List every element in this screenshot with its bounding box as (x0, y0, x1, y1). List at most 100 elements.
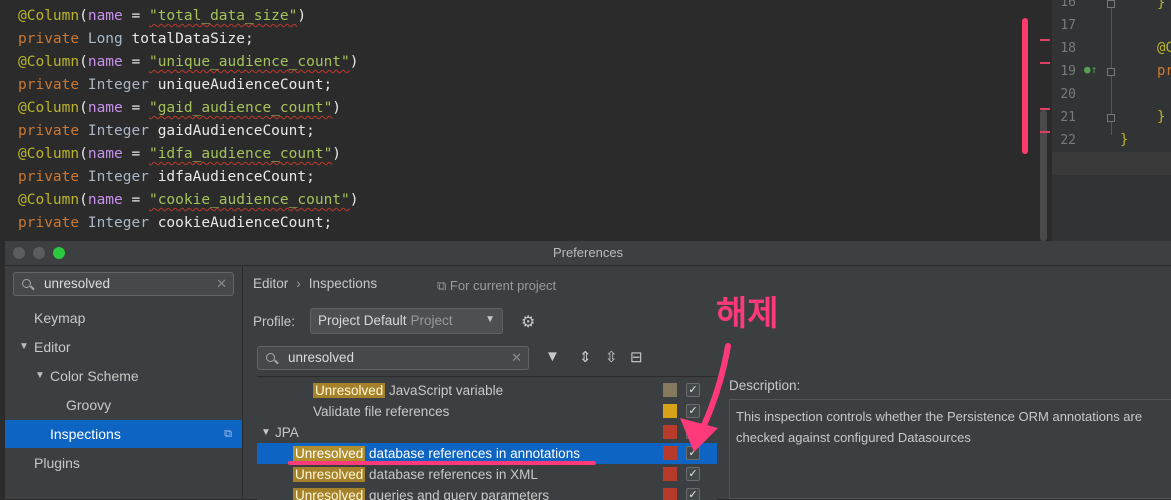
code-token-eq: = (122, 146, 149, 162)
code-token-eq: = (122, 54, 149, 70)
code-token-ann: @Column (18, 192, 80, 208)
code-editor[interactable]: @Column(name = "total_data_size") private… (0, 0, 1171, 241)
gutter-code-22: } (1120, 132, 1129, 148)
tree-group-jpa[interactable]: ▼ JPA ✓ (257, 422, 717, 443)
line-number: 16 (1060, 0, 1076, 10)
profile-scope: Project (410, 313, 453, 328)
clear-search-icon[interactable]: ✕ (511, 350, 522, 366)
search-highlight: Unresolved (313, 383, 386, 398)
inspections-search-input[interactable]: unresolved ✕ (257, 346, 529, 370)
expanded-triangle-icon[interactable]: ▼ (35, 362, 45, 390)
tree-row[interactable]: Unresolved queries and query parameters … (257, 485, 717, 500)
enabled-checkbox[interactable]: ✓ (686, 467, 700, 481)
code-line[interactable]: @Column(name = "gaid_audience_count") (18, 97, 359, 120)
profile-select[interactable]: Project Default Project ▼ (310, 308, 503, 334)
code-line[interactable]: private Integer uniqueAudienceCount; (18, 74, 359, 97)
annotation-label: 해제 (716, 295, 779, 333)
severity-swatch[interactable] (663, 488, 677, 500)
tree-row[interactable]: Validate file references ✓ (257, 401, 717, 422)
code-token-str: "total_data_size" (148, 8, 298, 24)
sidebar-item-editor[interactable]: ▼ Editor (5, 333, 242, 361)
gutter-code-18: @C (1157, 40, 1171, 56)
search-icon (266, 353, 275, 362)
code-token-name: cookieAudienceCount; (157, 215, 333, 231)
sidebar-item-inspections[interactable]: Inspections ⧉ (5, 420, 242, 448)
chevron-down-icon: ▼ (485, 314, 495, 325)
search-highlight: Unresolved (293, 446, 366, 461)
code-token-p2: ) (332, 146, 342, 162)
sidebar-item-keymap[interactable]: Keymap (5, 304, 242, 332)
tree-row[interactable]: Unresolved JavaScript variable ✓ (257, 380, 717, 401)
code-token-name: gaidAudienceCount; (157, 123, 315, 139)
expanded-triangle-icon[interactable]: ▼ (261, 422, 271, 443)
error-tick (1040, 131, 1050, 133)
code-token-type: Integer (87, 169, 149, 185)
sidebar-item-label: Editor (34, 339, 71, 355)
fold-marker-icon[interactable] (1107, 114, 1115, 122)
code-token-param: name (87, 54, 123, 70)
reset-icon[interactable]: ⊟ (630, 348, 643, 366)
breadcrumb: Editor › Inspections (253, 276, 377, 291)
tree-row-label: database references in XML (365, 467, 538, 482)
code-token-kw: private (18, 123, 80, 139)
code-token-type: Integer (87, 77, 149, 93)
code-token-ann: @Column (18, 100, 80, 116)
code-token-eq: = (122, 100, 149, 116)
breadcrumb-editor[interactable]: Editor (253, 276, 288, 291)
tree-row-label: Validate file references (313, 404, 450, 419)
code-token-ann: @Column (18, 54, 80, 70)
code-token-kw: private (18, 77, 80, 93)
collapse-all-icon[interactable]: ⇳ (605, 348, 618, 366)
code-token-param: name (87, 8, 123, 24)
sidebar-item-label: Plugins (34, 455, 80, 471)
filter-icon[interactable]: ▼ (545, 348, 560, 365)
sidebar-item-plugins[interactable]: Plugins (5, 449, 242, 477)
code-token-p1: ( (79, 192, 88, 208)
code-line[interactable]: @Column(name = "idfa_audience_count") (18, 143, 359, 166)
search-highlight: Unresolved (293, 488, 366, 500)
code-line[interactable]: private Integer gaidAudienceCount; (18, 120, 359, 143)
fold-marker-icon[interactable] (1107, 0, 1115, 8)
code-token-eq: = (122, 8, 149, 24)
code-line[interactable]: private Integer idfaAudienceCount; (18, 166, 359, 189)
clear-search-icon[interactable]: ✕ (216, 276, 227, 292)
code-line[interactable]: @Column(name = "cookie_audience_count") (18, 189, 359, 212)
title-bar[interactable]: Preferences (5, 241, 1171, 266)
editor-scrollbar[interactable] (1040, 110, 1047, 241)
code-line[interactable]: private Integer cookieAudienceCount; (18, 212, 359, 235)
project-scope-icon: ⧉ (437, 278, 450, 293)
code-line[interactable]: @Column(name = "total_data_size") (18, 5, 359, 28)
enabled-checkbox[interactable]: ✓ (686, 488, 700, 500)
error-tick (1040, 108, 1050, 110)
error-tick (1040, 39, 1050, 41)
code-token-eq: = (122, 192, 149, 208)
gutter-code-16: } (1157, 0, 1166, 11)
code-token-kw: private (18, 31, 80, 47)
sidebar-item-groovy[interactable]: Groovy (5, 391, 242, 419)
annotation-arrow-icon (680, 343, 731, 452)
sidebar-item-label: Inspections (50, 426, 121, 442)
code-token-p1: ( (79, 100, 88, 116)
search-highlight: Unresolved (293, 467, 366, 482)
expand-all-icon[interactable]: ⇕ (579, 348, 592, 366)
code-token-p1: ( (79, 54, 88, 70)
severity-swatch[interactable] (663, 467, 677, 481)
gear-icon[interactable]: ⚙ (521, 312, 535, 332)
code-lines: @Column(name = "total_data_size") private… (18, 5, 359, 235)
error-stripe[interactable] (1022, 18, 1028, 154)
override-gutter-icon[interactable]: ●↑ (1084, 63, 1097, 76)
fold-marker-icon[interactable] (1107, 68, 1115, 76)
sidebar-item-color-scheme[interactable]: ▼ Color Scheme (5, 362, 242, 390)
error-tick (1040, 62, 1050, 64)
code-token-type: Integer (87, 215, 149, 231)
settings-search-input[interactable]: unresolved ✕ (13, 272, 234, 296)
sidebar-item-label: Color Scheme (50, 368, 139, 384)
code-token-ann: @Column (18, 8, 80, 24)
code-line[interactable]: private Long totalDataSize; (18, 28, 359, 51)
code-token-kw: private (18, 215, 80, 231)
tree-row[interactable]: Unresolved database references in XML ✓ (257, 464, 717, 485)
code-token-param: name (87, 192, 123, 208)
expanded-triangle-icon[interactable]: ▼ (19, 333, 29, 361)
profile-value: Project Default (318, 313, 407, 328)
code-line[interactable]: @Column(name = "unique_audience_count") (18, 51, 359, 74)
